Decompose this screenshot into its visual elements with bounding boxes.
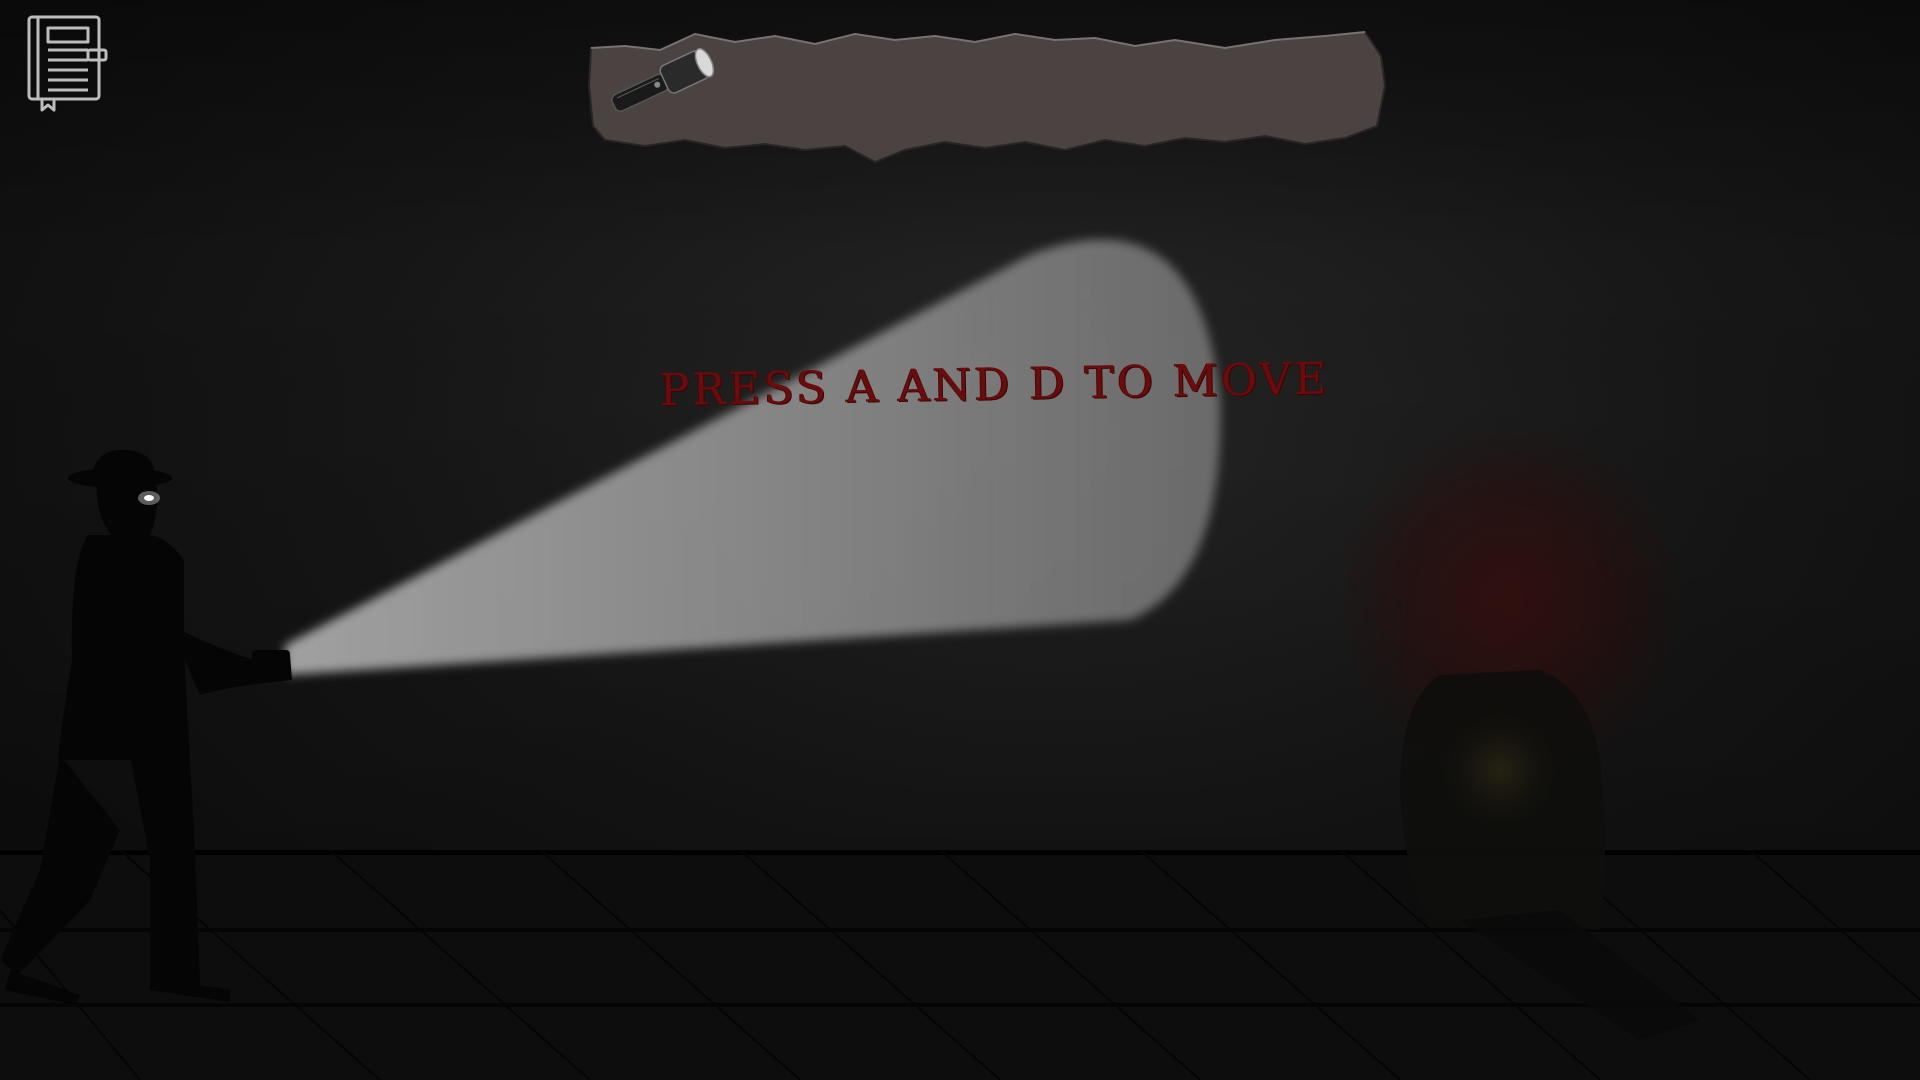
journal-icon <box>27 15 108 112</box>
game-scene: PRESS A AND D TO MOVE <box>0 0 1920 1080</box>
inventory-slot-flashlight[interactable] <box>600 42 730 118</box>
journal-button[interactable] <box>26 14 110 112</box>
flashlight-icon <box>611 48 715 112</box>
